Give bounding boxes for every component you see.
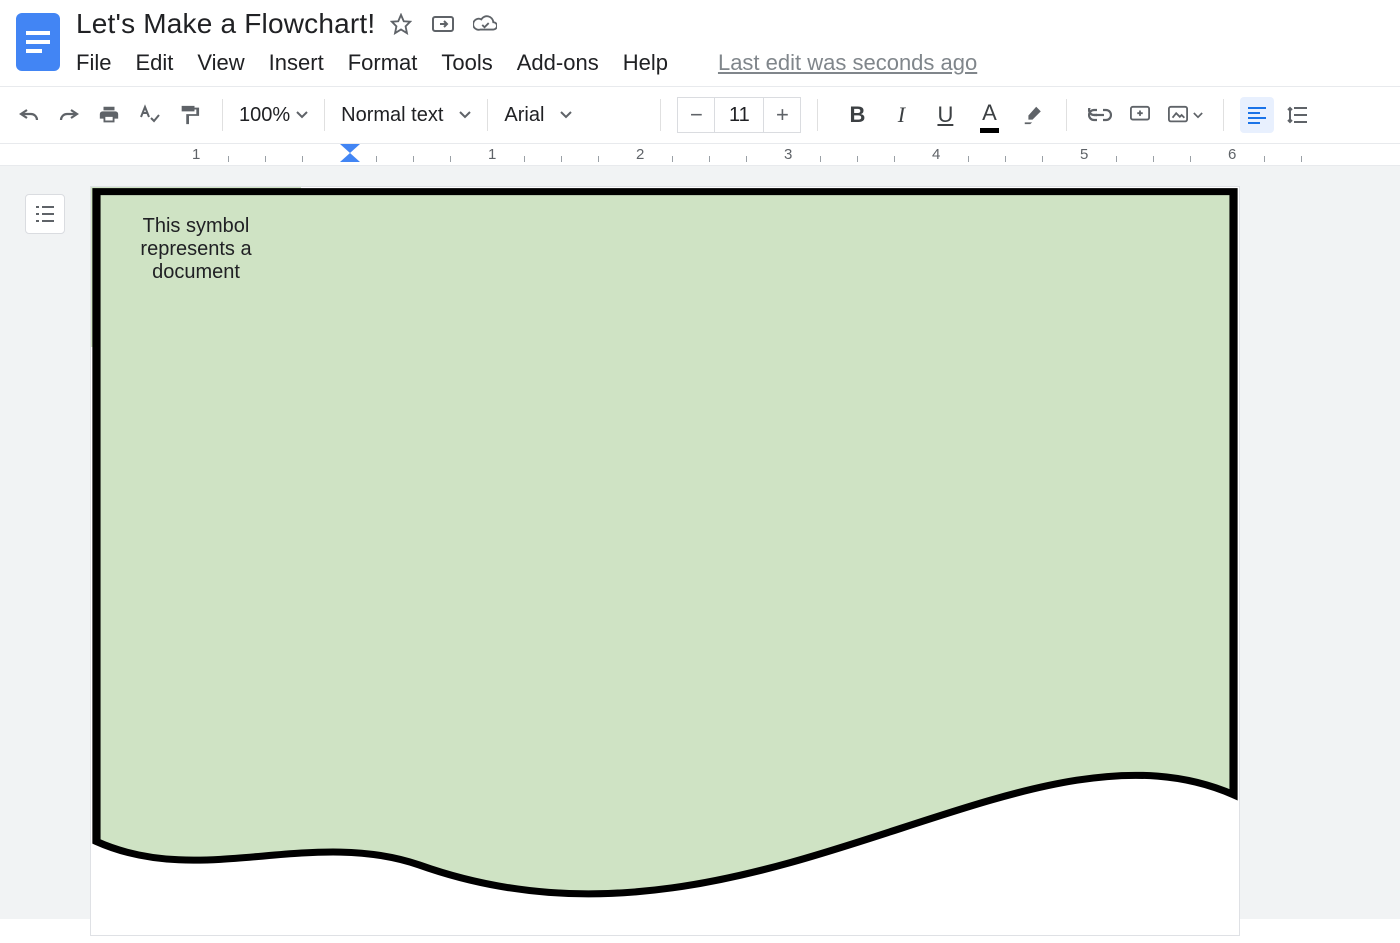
font-family-select[interactable]: Arial xyxy=(504,104,644,127)
star-icon[interactable] xyxy=(389,12,413,36)
align-left-button[interactable] xyxy=(1240,97,1274,133)
add-comment-button[interactable] xyxy=(1123,97,1157,133)
font-size-decrease[interactable]: − xyxy=(678,98,714,132)
last-edit-link[interactable]: Last edit was seconds ago xyxy=(718,50,977,76)
menu-view[interactable]: View xyxy=(197,50,244,76)
print-button[interactable] xyxy=(92,97,126,133)
separator xyxy=(1066,99,1067,131)
document-page[interactable]: This is a Process Symbol that describes … xyxy=(90,186,1240,936)
font-size-value[interactable]: 11 xyxy=(714,98,764,132)
ruler-tick: 1 xyxy=(488,146,496,163)
menu-bar: File Edit View Insert Format Tools Add-o… xyxy=(76,50,1384,76)
paint-format-button[interactable] xyxy=(172,97,206,133)
italic-button[interactable]: I xyxy=(884,97,918,133)
insert-image-button[interactable] xyxy=(1163,97,1207,133)
app-header: Let's Make a Flowchart! File Edit View I… xyxy=(0,0,1400,76)
underline-button[interactable]: U xyxy=(928,97,962,133)
menu-format[interactable]: Format xyxy=(348,50,418,76)
docs-logo-icon[interactable] xyxy=(12,8,64,76)
highlight-color-button[interactable] xyxy=(1016,97,1050,133)
paragraph-style-select[interactable]: Normal text xyxy=(341,104,471,127)
line-spacing-button[interactable] xyxy=(1280,97,1314,133)
zoom-select[interactable]: 100% xyxy=(239,104,308,127)
horizontal-ruler[interactable]: 1 1 2 3 4 5 6 xyxy=(0,144,1400,166)
ruler-tick: 1 xyxy=(192,146,200,163)
menu-addons[interactable]: Add-ons xyxy=(517,50,599,76)
workspace: This is a Process Symbol that describes … xyxy=(0,166,1400,919)
menu-edit[interactable]: Edit xyxy=(135,50,173,76)
ruler-tick: 4 xyxy=(932,146,940,163)
separator xyxy=(817,99,818,131)
ruler-tick: 6 xyxy=(1228,146,1236,163)
document-outline-button[interactable] xyxy=(25,194,65,234)
ruler-tick: 5 xyxy=(1080,146,1088,163)
chevron-down-icon xyxy=(1193,112,1203,119)
zoom-value: 100% xyxy=(239,104,290,127)
ruler-tick: 2 xyxy=(636,146,644,163)
move-to-folder-icon[interactable] xyxy=(431,12,455,36)
document-title[interactable]: Let's Make a Flowchart! xyxy=(76,8,375,40)
flowchart-document-shape[interactable]: This symbol represents a document xyxy=(91,187,301,347)
separator xyxy=(1223,99,1224,131)
redo-button[interactable] xyxy=(52,97,86,133)
separator xyxy=(660,99,661,131)
toolbar: 100% Normal text Arial − 11 + B I U A xyxy=(0,86,1400,144)
shape-text: document xyxy=(152,261,240,283)
menu-help[interactable]: Help xyxy=(623,50,668,76)
menu-file[interactable]: File xyxy=(76,50,111,76)
bold-button[interactable]: B xyxy=(840,97,874,133)
font-family-value: Arial xyxy=(504,104,544,127)
font-size-stepper[interactable]: − 11 + xyxy=(677,97,801,133)
chevron-down-icon xyxy=(560,111,572,119)
font-size-increase[interactable]: + xyxy=(764,98,800,132)
separator xyxy=(222,99,223,131)
indent-marker-icon[interactable] xyxy=(340,144,360,162)
undo-button[interactable] xyxy=(12,97,46,133)
separator xyxy=(487,99,488,131)
insert-link-button[interactable] xyxy=(1083,97,1117,133)
spellcheck-button[interactable] xyxy=(132,97,166,133)
shape-text: This symbol xyxy=(143,215,250,237)
separator xyxy=(324,99,325,131)
chevron-down-icon xyxy=(459,111,471,119)
paragraph-style-value: Normal text xyxy=(341,104,443,127)
outline-rail xyxy=(0,166,90,919)
menu-insert[interactable]: Insert xyxy=(269,50,324,76)
chevron-down-icon xyxy=(296,111,308,119)
menu-tools[interactable]: Tools xyxy=(441,50,492,76)
cloud-status-icon[interactable] xyxy=(473,12,497,36)
text-color-button[interactable]: A xyxy=(972,97,1006,133)
shape-text: represents a xyxy=(140,238,251,260)
ruler-tick: 3 xyxy=(784,146,792,163)
